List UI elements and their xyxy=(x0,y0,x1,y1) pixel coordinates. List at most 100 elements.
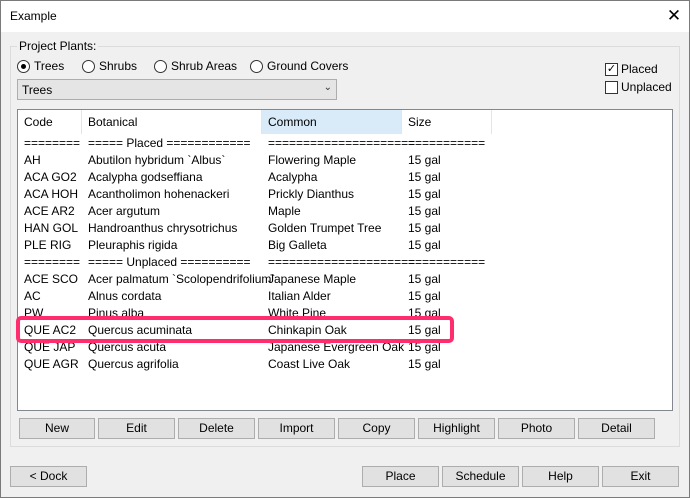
cell-size: 15 gal xyxy=(408,187,441,201)
cell-botanical: Handroanthus chrysotrichus xyxy=(88,221,238,235)
table-row[interactable]: ======== ===== Placed ============ =======… xyxy=(18,135,672,152)
radio-shrub-areas[interactable]: Shrub Areas xyxy=(154,58,237,74)
cell-botanical: Acer palmatum `Scolopendrifolium` xyxy=(88,272,276,286)
cell-common: Prickly Dianthus xyxy=(268,187,355,201)
list-header: Code Botanical Common Size xyxy=(18,110,672,134)
cell-size: =========== xyxy=(408,255,486,269)
radio-shrub-areas-label: Shrub Areas xyxy=(171,59,238,73)
radio-ground-covers[interactable]: Ground Covers xyxy=(250,58,348,74)
radio-shrub-areas-indicator[interactable] xyxy=(154,59,167,73)
cell-common: Flowering Maple xyxy=(268,153,357,167)
cell-botanical: Acalypha godseffiana xyxy=(88,170,203,184)
cell-code: ACA HOH xyxy=(24,187,79,201)
table-row[interactable]: ACE SCO Acer palmatum `Scolopendrifolium`… xyxy=(18,271,672,288)
cell-size: 15 gal xyxy=(408,272,441,286)
radio-shrubs[interactable]: Shrubs xyxy=(82,58,137,74)
table-row[interactable]: AH Abutilon hybridum `Albus` Flowering Map… xyxy=(18,152,672,169)
cell-common: Big Galleta xyxy=(268,238,327,252)
delete-button[interactable]: Delete xyxy=(178,418,255,439)
checkbox-placed-box[interactable]: ✓ xyxy=(605,62,618,76)
place-button[interactable]: Place xyxy=(362,466,439,487)
selected-row-highlight xyxy=(16,316,454,343)
radio-shrubs-indicator[interactable] xyxy=(82,59,95,73)
title-bar: Example ✕ xyxy=(1,1,689,32)
exit-button[interactable]: Exit xyxy=(602,466,679,487)
cell-common: Japanese Maple xyxy=(268,272,357,286)
detail-button[interactable]: Detail xyxy=(578,418,655,439)
cell-botanical: Acer argutum xyxy=(88,204,161,218)
category-dropdown[interactable]: Trees ⌄ xyxy=(17,79,337,100)
category-dropdown-value: Trees xyxy=(22,83,53,97)
cell-botanical: Alnus cordata xyxy=(88,289,162,303)
cell-size: 15 gal xyxy=(408,289,441,303)
cell-size: 15 gal xyxy=(408,204,441,218)
cell-botanical: Abutilon hybridum `Albus` xyxy=(88,153,226,167)
column-header-common[interactable]: Common xyxy=(262,110,402,134)
radio-trees-indicator[interactable] xyxy=(17,59,30,73)
column-header-botanical[interactable]: Botanical xyxy=(82,110,262,134)
cell-size: 15 gal xyxy=(408,357,441,371)
checkbox-unplaced[interactable]: Unplaced xyxy=(605,79,672,95)
table-row[interactable]: HAN GOL Handroanthus chrysotrichus Golden … xyxy=(18,220,672,237)
window-title: Example xyxy=(10,9,57,23)
table-row[interactable]: ACA HOH Acantholimon hohenackeri Prickly D… xyxy=(18,186,672,203)
schedule-button[interactable]: Schedule xyxy=(442,466,519,487)
cell-code: ACA GO2 xyxy=(24,170,77,184)
cell-code: AC xyxy=(24,289,41,303)
checkbox-unplaced-box[interactable] xyxy=(605,80,618,94)
new-button[interactable]: New xyxy=(19,418,95,439)
import-button[interactable]: Import xyxy=(258,418,335,439)
edit-button[interactable]: Edit xyxy=(98,418,175,439)
cell-botanical: Quercus agrifolia xyxy=(88,357,179,371)
cell-common: Golden Trumpet Tree xyxy=(268,221,382,235)
cell-size: =========== xyxy=(408,136,486,150)
copy-button[interactable]: Copy xyxy=(338,418,415,439)
column-header-size[interactable]: Size xyxy=(402,110,492,134)
table-row[interactable]: AC Alnus cordata Italian Alder 15 gal xyxy=(18,288,672,305)
checkbox-placed-label: Placed xyxy=(621,62,658,76)
radio-ground-covers-indicator[interactable] xyxy=(250,59,263,73)
photo-button[interactable]: Photo xyxy=(498,418,575,439)
cell-code: ======== xyxy=(24,255,81,269)
radio-trees[interactable]: Trees xyxy=(17,58,64,74)
dock-button[interactable]: < Dock xyxy=(10,466,87,487)
cell-common: Maple xyxy=(268,204,301,218)
table-row[interactable]: QUE AGR Quercus agrifolia Coast Live Oak 15… xyxy=(18,356,672,373)
radio-ground-covers-label: Ground Covers xyxy=(267,59,349,73)
cell-size: 15 gal xyxy=(408,170,441,184)
cell-size: 15 gal xyxy=(408,221,441,235)
cell-code: AH xyxy=(24,153,41,167)
cell-code: HAN GOL xyxy=(24,221,79,235)
cell-code: ACE SCO xyxy=(24,272,79,286)
radio-trees-label: Trees xyxy=(34,59,65,73)
cell-botanical: Pleuraphis rigida xyxy=(88,238,178,252)
cell-size: 15 gal xyxy=(408,238,441,252)
help-button[interactable]: Help xyxy=(522,466,599,487)
cell-botanical: ===== Placed ============ xyxy=(88,136,251,150)
cell-code: ACE AR2 xyxy=(24,204,75,218)
cell-common: Italian Alder xyxy=(268,289,331,303)
table-row[interactable]: ACE AR2 Acer argutum Maple 15 gal xyxy=(18,203,672,220)
table-row[interactable]: ======== ===== Unplaced ========== =======… xyxy=(18,254,672,271)
cell-botanical: Acantholimon hohenackeri xyxy=(88,187,230,201)
cell-common: Acalypha xyxy=(268,170,318,184)
plants-list[interactable]: Code Botanical Common Size ======== =====… xyxy=(17,109,673,411)
cell-common: Coast Live Oak xyxy=(268,357,351,371)
highlight-button[interactable]: Highlight xyxy=(418,418,495,439)
column-header-code[interactable]: Code xyxy=(18,110,82,134)
radio-shrubs-label: Shrubs xyxy=(99,59,138,73)
cell-code: ======== xyxy=(24,136,81,150)
cell-code: QUE AGR xyxy=(24,357,79,371)
checkbox-unplaced-label: Unplaced xyxy=(621,80,672,94)
table-row[interactable]: ACA GO2 Acalypha godseffiana Acalypha 15 ga… xyxy=(18,169,672,186)
cell-common: ===================== xyxy=(268,255,416,269)
group-label: Project Plants: xyxy=(17,39,99,53)
chevron-down-icon[interactable]: ⌄ xyxy=(324,82,332,93)
table-row[interactable]: PLE RIG Pleuraphis rigida Big Galleta 15 ga… xyxy=(18,237,672,254)
cell-code: PLE RIG xyxy=(24,238,72,252)
cell-common: ===================== xyxy=(268,136,416,150)
cell-botanical: ===== Unplaced ========== xyxy=(88,255,251,269)
cell-size: 15 gal xyxy=(408,153,441,167)
checkbox-placed[interactable]: ✓ Placed xyxy=(605,61,658,77)
close-icon[interactable]: ✕ xyxy=(661,4,687,28)
